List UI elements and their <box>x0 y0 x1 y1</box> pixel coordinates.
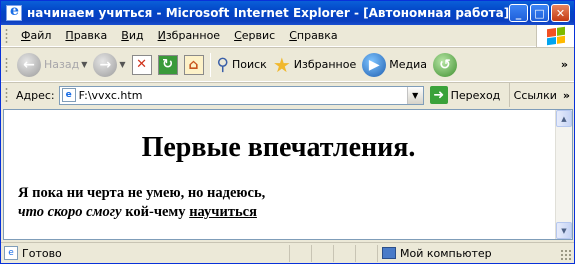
links-label: Ссылки <box>513 88 557 102</box>
title-bar[interactable]: начинаем учиться - Microsoft Internet Ex… <box>1 1 574 25</box>
menu-bar: Файл Правка Вид Избранное Сервис Справка <box>1 25 574 47</box>
close-button[interactable]: ✕ <box>551 4 570 22</box>
menu-view-accel: В <box>121 29 129 42</box>
address-value[interactable]: F:\vvxc.htm <box>79 89 143 102</box>
menu-favorites[interactable]: Избранное <box>151 27 227 44</box>
go-arrow-icon: ➜ <box>429 86 448 104</box>
home-button[interactable]: ⌂ <box>181 50 207 80</box>
go-button[interactable]: ➜ Переход <box>429 86 501 104</box>
forward-arrow-icon: → <box>93 52 118 77</box>
back-arrow-icon: ← <box>17 52 41 77</box>
home-icon: ⌂ <box>183 54 204 75</box>
standard-toolbar: ← Назад ▼ → ▼ ✕ ↻ ⌂ ⚲ Поиск ★ Избранное … <box>1 48 574 82</box>
stop-icon: ✕ <box>131 54 152 75</box>
links-toolbar[interactable]: Ссылки » <box>508 83 574 107</box>
windows-logo-icon <box>536 25 574 47</box>
toolbar-separator <box>209 52 211 77</box>
status-pane <box>355 244 377 262</box>
toolbar-grip[interactable] <box>5 27 8 44</box>
page-paragraph: Я пока ни черта не умею, но надеюсь, что… <box>18 184 265 222</box>
status-pane <box>311 244 333 262</box>
vertical-scrollbar[interactable]: ▲ ▼ <box>555 110 572 239</box>
links-chevron-icon[interactable]: » <box>563 89 570 102</box>
address-bar: Адрес: e F:\vvxc.htm ▼ ➜ Переход Ссылки … <box>1 83 574 107</box>
go-label: Переход <box>450 88 501 102</box>
my-computer-icon <box>382 247 396 259</box>
status-pane <box>333 244 355 262</box>
paragraph-italic-text: что скоро смогу <box>18 204 122 220</box>
menu-favorites-accel: И <box>157 29 166 42</box>
page-content[interactable]: Первые впечатления. Я пока ни черта не у… <box>3 109 573 240</box>
refresh-icon: ↻ <box>157 54 178 75</box>
menu-edit-label: равка <box>73 29 108 42</box>
history-icon: ↺ <box>433 52 457 77</box>
internet-explorer-icon[interactable] <box>6 3 22 21</box>
toolbar-grip[interactable] <box>5 87 8 103</box>
scroll-down-button[interactable]: ▼ <box>556 222 572 239</box>
media-label: Медиа <box>389 58 427 71</box>
page-done-icon: e <box>4 246 18 260</box>
media-icon: ▶ <box>362 52 387 77</box>
search-label: Поиск <box>231 58 267 71</box>
history-button[interactable]: ↺ <box>430 50 460 80</box>
forward-dropdown-icon[interactable]: ▼ <box>119 60 125 69</box>
ie-window: начинаем учиться - Microsoft Internet Ex… <box>0 0 575 264</box>
refresh-button[interactable]: ↻ <box>155 50 181 80</box>
menu-file-label: айл <box>30 29 52 42</box>
toolbar-grip[interactable] <box>5 56 8 73</box>
search-magnifier-icon: ⚲ <box>216 54 229 75</box>
minimize-button[interactable]: _ <box>509 4 528 22</box>
resize-grip-icon[interactable] <box>560 249 572 261</box>
maximize-button[interactable]: □ <box>530 4 549 22</box>
page-icon: e <box>61 88 76 102</box>
menu-help[interactable]: Справка <box>282 27 344 44</box>
status-pane <box>289 244 311 262</box>
back-dropdown-icon[interactable]: ▼ <box>81 60 87 69</box>
menu-edit[interactable]: Правка <box>58 27 114 44</box>
address-input[interactable]: e F:\vvxc.htm ▼ <box>58 85 424 105</box>
status-main-pane: e Готово <box>1 246 289 260</box>
address-label: Адрес: <box>16 88 55 102</box>
paragraph-plain-text: кой-чему <box>121 204 190 220</box>
menu-file[interactable]: Файл <box>14 27 58 44</box>
menu-help-accel: С <box>289 29 297 42</box>
favorites-label: Избранное <box>293 58 357 71</box>
menu-help-label: правка <box>296 29 338 42</box>
menu-view-label: ид <box>128 29 144 42</box>
zone-label: Мой компьютер <box>400 246 492 260</box>
favorites-button[interactable]: ★ Избранное <box>270 50 359 80</box>
search-button[interactable]: ⚲ Поиск <box>214 50 270 80</box>
window-title: начинаем учиться - Microsoft Internet Ex… <box>27 6 509 20</box>
toolbar-chevron-icon[interactable]: » <box>561 58 568 71</box>
menu-tools-label: ервис <box>241 29 276 42</box>
menu-edit-accel: П <box>65 29 74 42</box>
back-label: Назад <box>44 58 80 71</box>
menu-tools-accel: С <box>234 29 242 42</box>
status-bar: e Готово Мой компьютер <box>1 242 574 263</box>
forward-button[interactable]: → ▼ <box>90 50 128 80</box>
page-heading: Первые впечатления. <box>141 132 416 163</box>
menu-view[interactable]: Вид <box>114 27 150 44</box>
security-zone[interactable]: Мой компьютер <box>377 244 527 262</box>
back-button[interactable]: ← Назад ▼ <box>14 50 90 80</box>
paragraph-line-1: Я пока ни черта не умею, но надеюсь, <box>18 185 266 201</box>
paragraph-underlined-text: научиться <box>189 204 257 220</box>
status-text: Готово <box>22 246 62 260</box>
address-dropdown-icon[interactable]: ▼ <box>406 86 423 104</box>
media-button[interactable]: ▶ Медиа <box>359 50 430 80</box>
scroll-up-button[interactable]: ▲ <box>556 110 572 127</box>
menu-favorites-label: збранное <box>165 29 221 42</box>
menu-tools[interactable]: Сервис <box>227 27 282 44</box>
stop-button[interactable]: ✕ <box>129 50 155 80</box>
favorites-star-icon: ★ <box>272 52 291 77</box>
document-body: Первые впечатления. Я пока ни черта не у… <box>4 110 553 239</box>
